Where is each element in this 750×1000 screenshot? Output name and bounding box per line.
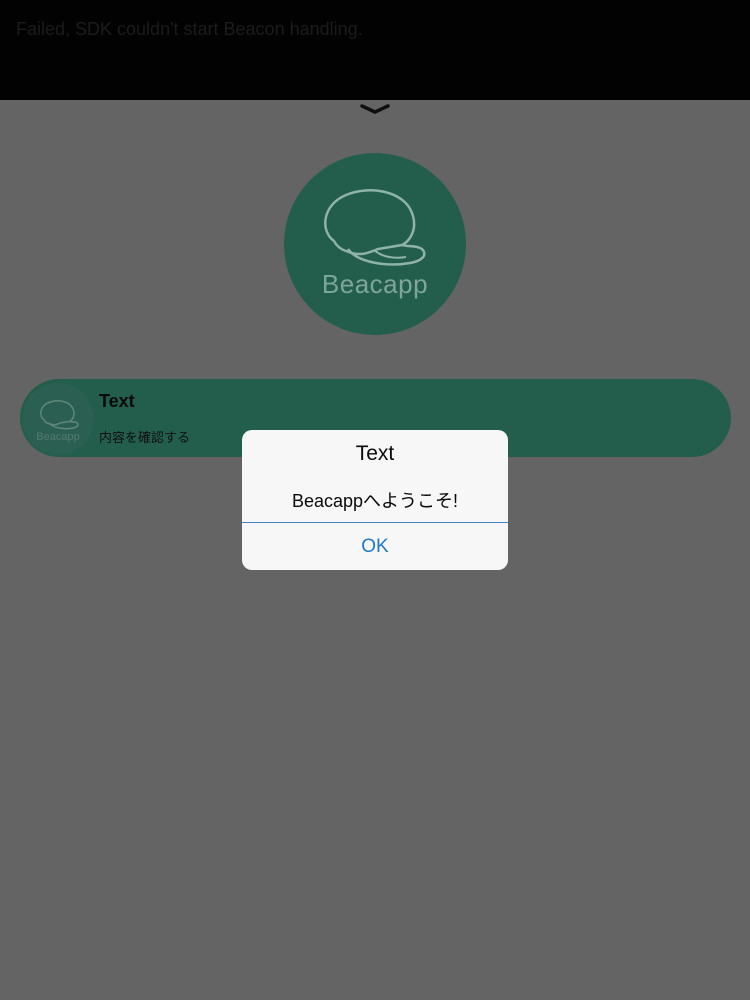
status-message: Failed, SDK couldn't start Beacon handli… — [16, 19, 363, 39]
beacapp-logo-icon — [324, 189, 426, 266]
alert-title: Text — [355, 442, 395, 465]
alert-message: Beacappへようこそ! — [291, 491, 459, 511]
chevron-down-icon[interactable] — [359, 100, 391, 118]
notification-title: Text — [99, 391, 135, 411]
status-banner: Failed, SDK couldn't start Beacon handli… — [0, 0, 750, 100]
notification-subtitle: 内容を確認する — [99, 430, 191, 445]
notification-icon-label: Beacapp — [36, 431, 80, 443]
logo-text: Beacapp — [321, 269, 429, 299]
beacapp-logo-icon — [39, 400, 79, 430]
notification-app-icon: Beacapp — [22, 383, 94, 455]
beacapp-logo: Beacapp — [284, 153, 466, 335]
ok-button[interactable]: OK — [242, 523, 508, 570]
alert-dialog: Text Beacappへようこそ! OK — [242, 430, 508, 570]
